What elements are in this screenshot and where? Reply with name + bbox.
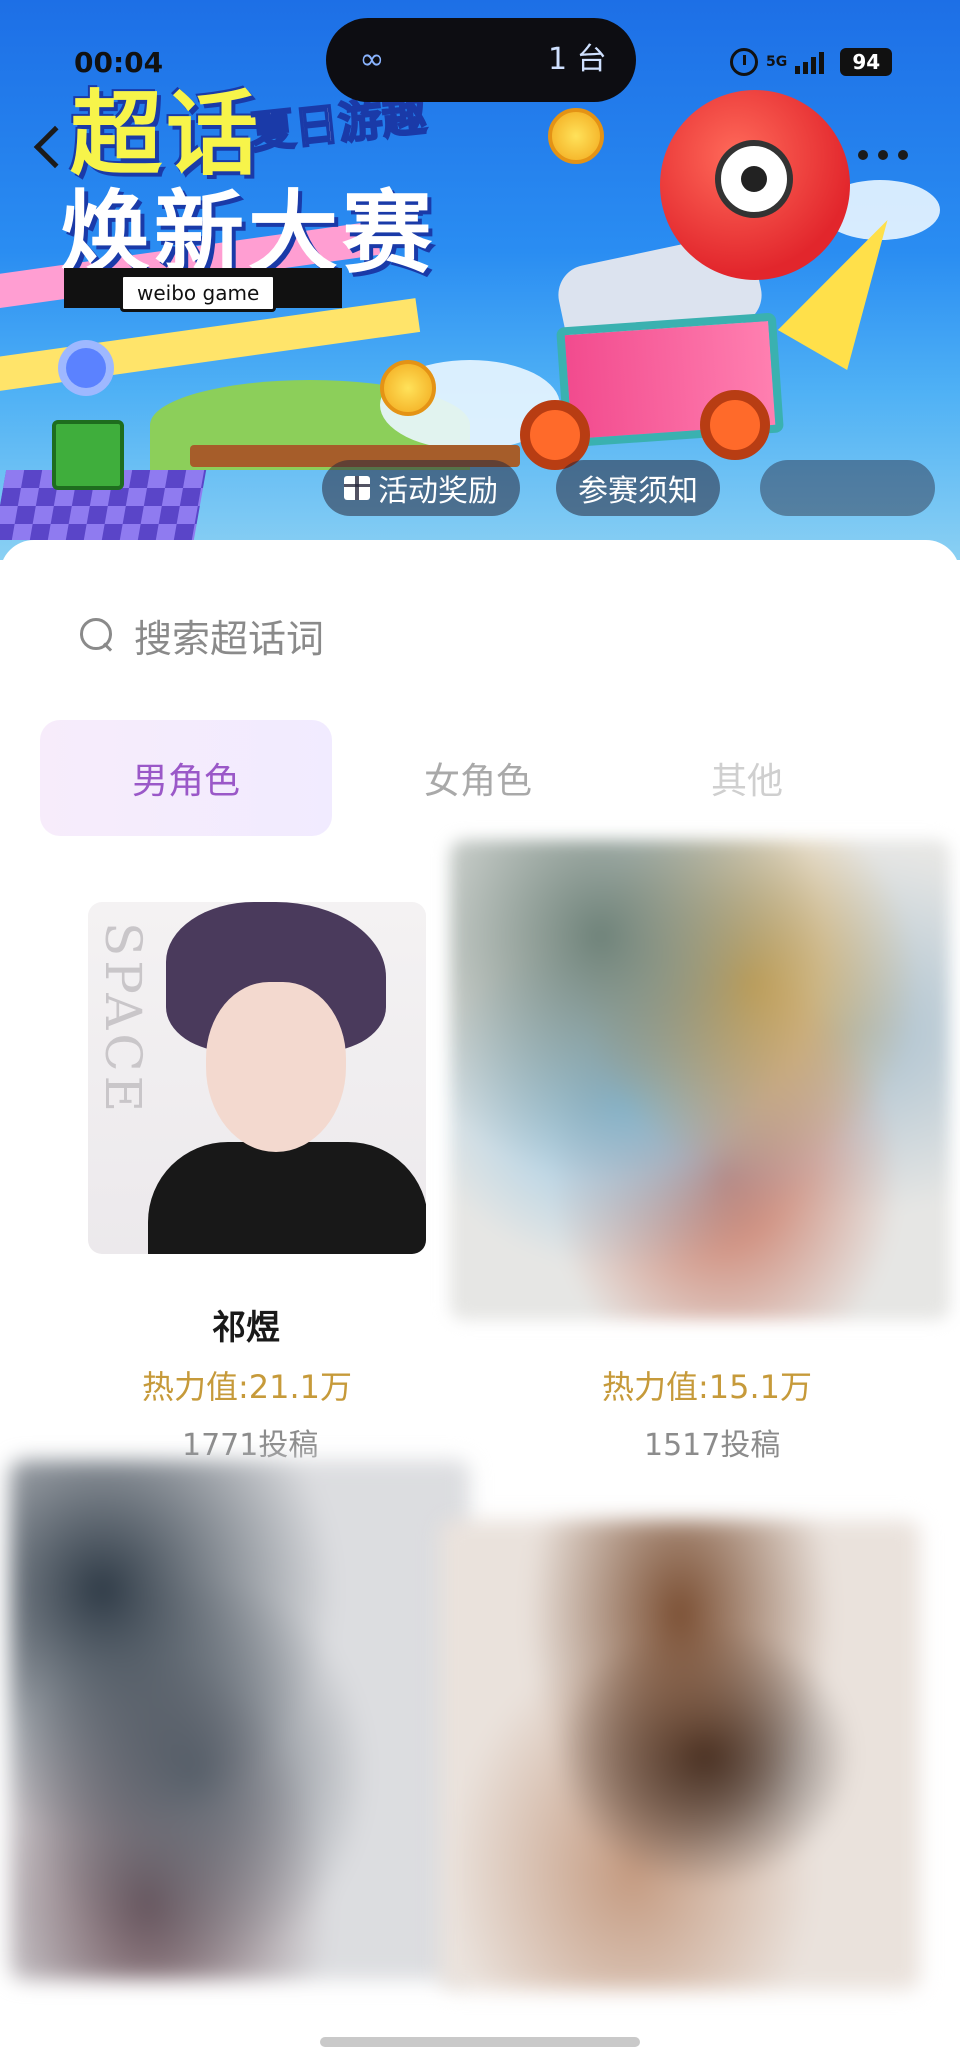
avatar-face	[206, 982, 346, 1152]
flower-icon	[66, 348, 106, 388]
image-watermark: SPACE	[94, 922, 152, 1117]
tab-other[interactable]: 其他	[624, 720, 870, 836]
avatar-clothing	[148, 1142, 426, 1254]
character-heat: 热力值:21.1万	[142, 1368, 353, 1406]
dynamic-island[interactable]: ∞ 1 台	[326, 18, 636, 102]
status-time: 00:04	[74, 46, 164, 79]
character-name[interactable]: 祁煜	[212, 1300, 280, 1349]
cart-wheel	[700, 390, 770, 460]
status-bar: 00:04 ∞ 1 台 5G 94	[0, 0, 960, 120]
banner-extra-pill[interactable]	[760, 460, 935, 516]
link-icon: ∞	[359, 42, 385, 77]
search-input[interactable]: 搜索超话词	[134, 608, 324, 663]
character-posts: 1517投稿	[644, 1428, 781, 1463]
gift-icon	[344, 476, 370, 500]
character-avatar[interactable]: SPACE	[88, 902, 426, 1254]
rules-button-label: 参赛须知	[578, 474, 698, 509]
character-avatar[interactable]	[440, 1520, 920, 1990]
rewards-button-label: 活动奖励	[378, 474, 498, 509]
category-tabs: 男角色 女角色 其他	[40, 720, 920, 836]
search-icon	[80, 618, 114, 652]
character-heat: 热力值:15.1万	[602, 1368, 813, 1406]
character-avatar[interactable]	[10, 1460, 470, 1980]
home-indicator[interactable]	[320, 2037, 640, 2047]
signal-icon	[795, 50, 825, 74]
brand-label: weibo game	[120, 274, 277, 312]
tab-male[interactable]: 男角色	[40, 720, 332, 836]
tab-female[interactable]: 女角色	[332, 720, 624, 836]
mascot-eye	[715, 140, 793, 218]
island-text: 1 台	[548, 42, 607, 77]
rewards-button[interactable]: 活动奖励	[322, 460, 520, 516]
coin-icon	[380, 360, 436, 416]
status-indicators: 5G 94	[730, 46, 893, 78]
search-bar[interactable]: 搜索超话词	[80, 608, 324, 663]
character-posts: 1771投稿	[182, 1428, 319, 1463]
battery-icon: 94	[840, 48, 893, 76]
more-icon[interactable]	[858, 150, 908, 160]
network-label: 5G	[766, 54, 788, 70]
pipe-icon	[52, 420, 124, 490]
rules-button[interactable]: 参赛须知	[556, 460, 720, 516]
alarm-icon	[730, 48, 758, 76]
character-avatar[interactable]	[450, 840, 950, 1320]
